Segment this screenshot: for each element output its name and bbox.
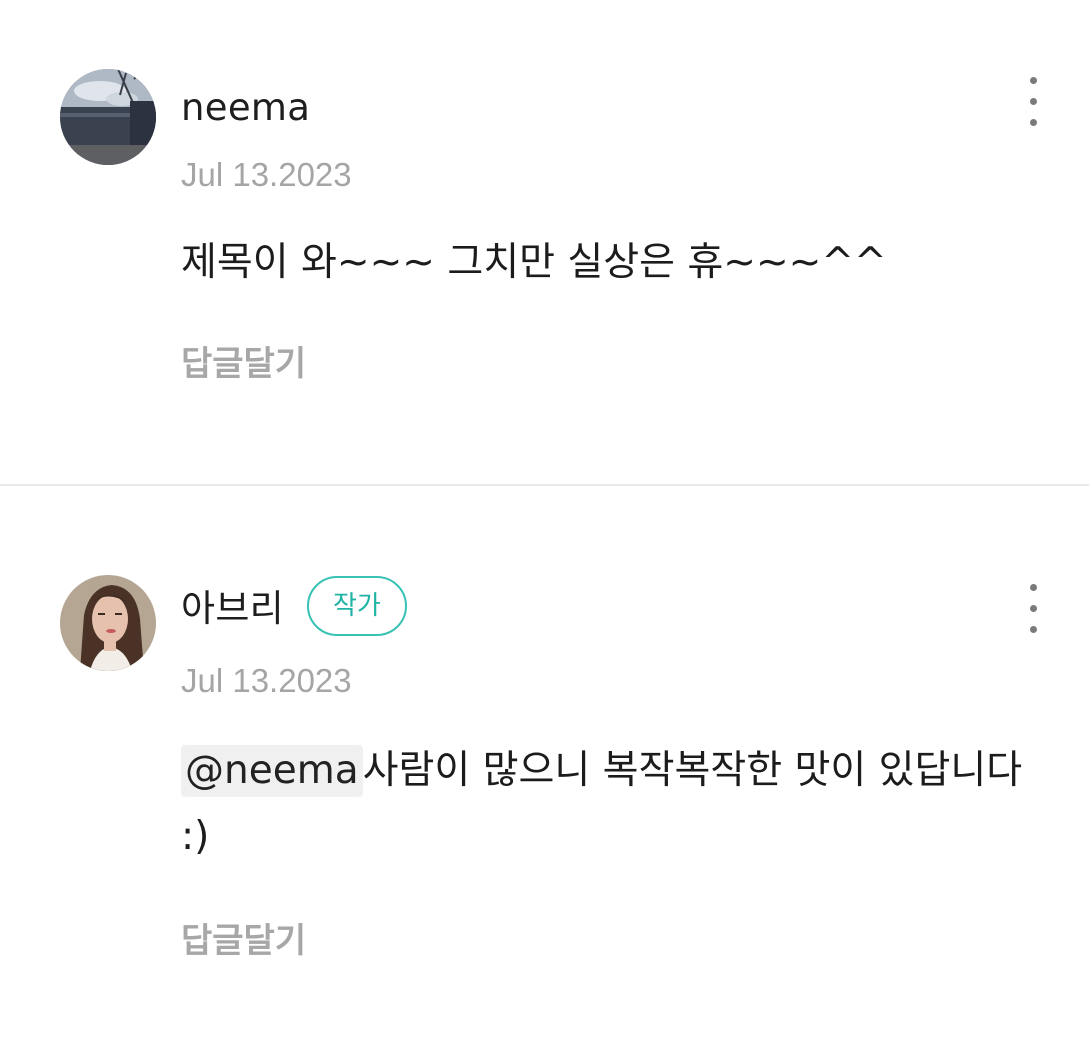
dot	[1030, 77, 1037, 84]
author-badge: 작가	[307, 576, 407, 636]
dot	[1030, 98, 1037, 105]
dot	[1030, 584, 1037, 591]
comment-item: neema Jul 13.2023 제목이 와~~~ 그치만 실상은 휴~~~^…	[0, 0, 1089, 484]
comment-username[interactable]: neema	[181, 86, 310, 130]
reply-button[interactable]: 답글달기	[181, 919, 306, 963]
comment-date: Jul 13.2023	[181, 156, 352, 193]
mention-tag[interactable]: @neema	[181, 745, 363, 797]
avatar[interactable]	[60, 69, 156, 165]
more-options-icon[interactable]	[1010, 579, 1056, 643]
comment-text: 제목이 와~~~ 그치만 실상은 휴~~~^^	[181, 240, 887, 285]
avatar[interactable]	[60, 575, 156, 671]
comment-text: @neema 사람이 많으니 복작복작한 맛이 있답니다 :)	[181, 738, 1051, 870]
reply-button[interactable]: 답글달기	[181, 342, 306, 386]
comment-item: 아브리 작가 Jul 13.2023 @neema 사람이 많으니 복작복작한 맛…	[0, 486, 1089, 1061]
dot	[1030, 119, 1037, 126]
dot	[1030, 605, 1037, 612]
more-options-icon[interactable]	[1010, 72, 1056, 136]
comment-date: Jul 13.2023	[181, 662, 352, 699]
comment-username[interactable]: 아브리	[181, 587, 284, 631]
dot	[1030, 626, 1037, 633]
